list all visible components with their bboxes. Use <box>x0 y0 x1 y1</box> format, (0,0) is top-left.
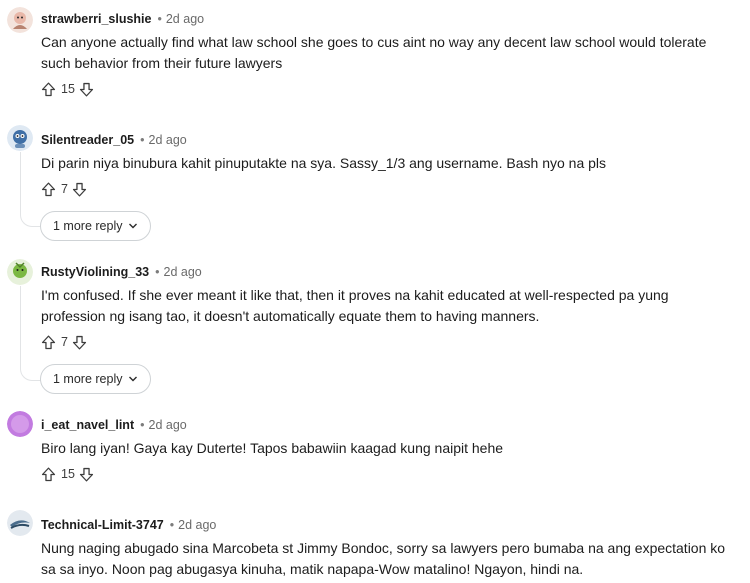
downvote-icon[interactable] <box>71 334 88 351</box>
upvote-icon[interactable] <box>40 81 57 98</box>
more-replies-label: 1 more reply <box>53 372 123 386</box>
vote-bar: 7 <box>40 180 88 198</box>
downvote-icon[interactable] <box>78 466 95 483</box>
timestamp: 2d ago <box>165 12 205 26</box>
avatar-icon <box>7 510 33 536</box>
avatar-icon <box>7 125 33 151</box>
author-name[interactable]: i_eat_navel_lint <box>41 418 134 432</box>
vote-count: 7 <box>61 182 68 196</box>
more-replies-button[interactable]: 1 more reply <box>40 364 152 394</box>
author-name[interactable]: Technical-Limit-3747 <box>41 518 164 532</box>
upvote-icon[interactable] <box>40 181 57 198</box>
author-name[interactable]: Silentreader_05 <box>41 133 134 147</box>
comment-header: RustyViolining_33 • 2d ago <box>41 265 202 279</box>
vote-count: 7 <box>61 335 68 349</box>
separator: • <box>140 133 145 147</box>
separator: • <box>155 265 160 279</box>
avatar-icon <box>7 7 33 33</box>
author-name[interactable]: RustyViolining_33 <box>41 265 149 279</box>
more-replies-button[interactable]: 1 more reply <box>40 211 152 241</box>
comment-header: i_eat_navel_lint • 2d ago <box>41 418 187 432</box>
comment-header: strawberri_slushie • 2d ago <box>41 12 204 26</box>
thread-line <box>20 286 21 366</box>
avatar[interactable] <box>7 125 33 151</box>
comment-header: Technical-Limit-3747 • 2d ago <box>41 518 216 532</box>
separator: • <box>157 12 162 26</box>
author-name[interactable]: strawberri_slushie <box>41 12 151 26</box>
downvote-icon[interactable] <box>71 181 88 198</box>
separator: • <box>140 418 145 432</box>
avatar[interactable] <box>7 7 33 33</box>
timestamp: 2d ago <box>148 418 187 432</box>
thread-connector <box>20 212 41 227</box>
avatar-icon <box>7 259 33 285</box>
vote-count: 15 <box>61 467 75 481</box>
timestamp: 2d ago <box>178 518 217 532</box>
avatar[interactable] <box>7 259 33 285</box>
vote-bar: 7 <box>40 333 88 351</box>
thread-line <box>20 152 21 212</box>
vote-count: 15 <box>61 82 75 96</box>
comment-text: I'm confused. If she ever meant it like … <box>41 287 669 324</box>
comment-header: Silentreader_05 • 2d ago <box>41 133 187 147</box>
avatar[interactable] <box>7 510 33 536</box>
upvote-icon[interactable] <box>40 334 57 351</box>
more-replies-label: 1 more reply <box>53 219 123 233</box>
chevron-down-icon <box>128 221 138 231</box>
downvote-icon[interactable] <box>78 81 95 98</box>
vote-bar: 15 <box>40 465 95 483</box>
timestamp: 2d ago <box>148 133 187 147</box>
separator: • <box>169 518 175 532</box>
comment-text: Biro lang iyan! Gaya kay Duterte! Tapos … <box>41 440 504 456</box>
comment-text: Can anyone actually find what law school… <box>41 34 707 71</box>
chevron-down-icon <box>128 374 138 384</box>
avatar[interactable] <box>7 411 33 437</box>
comment-text: Di parin niya binubura kahit pinuputakte… <box>41 155 607 171</box>
upvote-icon[interactable] <box>40 466 57 483</box>
thread-connector <box>20 366 41 381</box>
avatar-icon <box>7 411 33 437</box>
comment-text: Nung naging abugado sina Marcobeta st Ji… <box>41 540 726 577</box>
timestamp: 2d ago <box>163 265 202 279</box>
vote-bar: 15 <box>40 80 95 98</box>
